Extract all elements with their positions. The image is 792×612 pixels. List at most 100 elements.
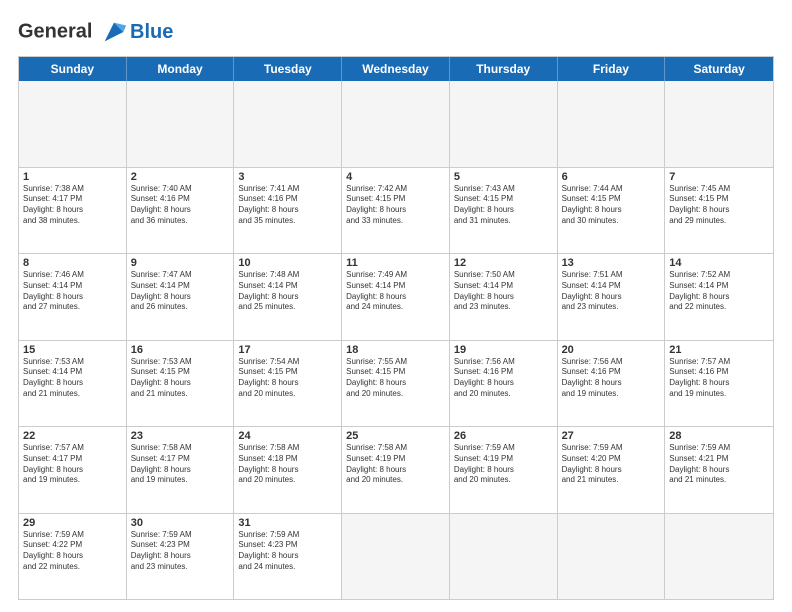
header: General Blue [18, 18, 774, 46]
day-cell-31: 31Sunrise: 7:59 AMSunset: 4:23 PMDayligh… [234, 514, 342, 600]
day-info: Sunrise: 7:42 AMSunset: 4:15 PMDaylight:… [346, 184, 445, 227]
calendar-header: SundayMondayTuesdayWednesdayThursdayFrid… [19, 57, 773, 81]
day-info: Sunrise: 7:50 AMSunset: 4:14 PMDaylight:… [454, 270, 553, 313]
day-info: Sunrise: 7:44 AMSunset: 4:15 PMDaylight:… [562, 184, 661, 227]
day-info: Sunrise: 7:59 AMSunset: 4:20 PMDaylight:… [562, 443, 661, 486]
day-cell-3: 3Sunrise: 7:41 AMSunset: 4:16 PMDaylight… [234, 168, 342, 254]
day-cell-22: 22Sunrise: 7:57 AMSunset: 4:17 PMDayligh… [19, 427, 127, 513]
day-cell-30: 30Sunrise: 7:59 AMSunset: 4:23 PMDayligh… [127, 514, 235, 600]
empty-cell [234, 81, 342, 167]
day-number: 16 [131, 344, 230, 356]
day-cell-19: 19Sunrise: 7:56 AMSunset: 4:16 PMDayligh… [450, 341, 558, 427]
logo-general: General [18, 20, 92, 42]
day-number: 24 [238, 430, 337, 442]
day-info: Sunrise: 7:56 AMSunset: 4:16 PMDaylight:… [562, 357, 661, 400]
day-number: 7 [669, 171, 769, 183]
day-info: Sunrise: 7:59 AMSunset: 4:21 PMDaylight:… [669, 443, 769, 486]
day-number: 27 [562, 430, 661, 442]
empty-cell [665, 514, 773, 600]
day-of-week-monday: Monday [127, 57, 235, 81]
day-cell-16: 16Sunrise: 7:53 AMSunset: 4:15 PMDayligh… [127, 341, 235, 427]
day-cell-28: 28Sunrise: 7:59 AMSunset: 4:21 PMDayligh… [665, 427, 773, 513]
empty-cell [450, 81, 558, 167]
day-cell-26: 26Sunrise: 7:59 AMSunset: 4:19 PMDayligh… [450, 427, 558, 513]
day-cell-23: 23Sunrise: 7:58 AMSunset: 4:17 PMDayligh… [127, 427, 235, 513]
day-number: 12 [454, 257, 553, 269]
day-cell-14: 14Sunrise: 7:52 AMSunset: 4:14 PMDayligh… [665, 254, 773, 340]
day-number: 19 [454, 344, 553, 356]
day-cell-1: 1Sunrise: 7:38 AMSunset: 4:17 PMDaylight… [19, 168, 127, 254]
day-cell-18: 18Sunrise: 7:55 AMSunset: 4:15 PMDayligh… [342, 341, 450, 427]
day-info: Sunrise: 7:53 AMSunset: 4:15 PMDaylight:… [131, 357, 230, 400]
day-number: 25 [346, 430, 445, 442]
empty-cell [342, 81, 450, 167]
day-number: 2 [131, 171, 230, 183]
day-number: 29 [23, 517, 122, 529]
day-info: Sunrise: 7:52 AMSunset: 4:14 PMDaylight:… [669, 270, 769, 313]
empty-cell [127, 81, 235, 167]
day-cell-7: 7Sunrise: 7:45 AMSunset: 4:15 PMDaylight… [665, 168, 773, 254]
logo-icon [100, 18, 128, 46]
day-number: 3 [238, 171, 337, 183]
day-info: Sunrise: 7:57 AMSunset: 4:17 PMDaylight:… [23, 443, 122, 486]
day-info: Sunrise: 7:57 AMSunset: 4:16 PMDaylight:… [669, 357, 769, 400]
day-info: Sunrise: 7:55 AMSunset: 4:15 PMDaylight:… [346, 357, 445, 400]
day-cell-20: 20Sunrise: 7:56 AMSunset: 4:16 PMDayligh… [558, 341, 666, 427]
day-info: Sunrise: 7:58 AMSunset: 4:18 PMDaylight:… [238, 443, 337, 486]
day-cell-12: 12Sunrise: 7:50 AMSunset: 4:14 PMDayligh… [450, 254, 558, 340]
day-number: 9 [131, 257, 230, 269]
day-number: 8 [23, 257, 122, 269]
day-number: 21 [669, 344, 769, 356]
day-number: 18 [346, 344, 445, 356]
day-of-week-thursday: Thursday [450, 57, 558, 81]
calendar-row-5: 29Sunrise: 7:59 AMSunset: 4:22 PMDayligh… [19, 514, 773, 600]
day-number: 5 [454, 171, 553, 183]
day-cell-15: 15Sunrise: 7:53 AMSunset: 4:14 PMDayligh… [19, 341, 127, 427]
empty-cell [665, 81, 773, 167]
calendar: SundayMondayTuesdayWednesdayThursdayFrid… [18, 56, 774, 600]
day-of-week-saturday: Saturday [665, 57, 773, 81]
day-info: Sunrise: 7:41 AMSunset: 4:16 PMDaylight:… [238, 184, 337, 227]
day-number: 22 [23, 430, 122, 442]
day-cell-5: 5Sunrise: 7:43 AMSunset: 4:15 PMDaylight… [450, 168, 558, 254]
day-info: Sunrise: 7:49 AMSunset: 4:14 PMDaylight:… [346, 270, 445, 313]
day-cell-11: 11Sunrise: 7:49 AMSunset: 4:14 PMDayligh… [342, 254, 450, 340]
day-number: 17 [238, 344, 337, 356]
calendar-row-1: 1Sunrise: 7:38 AMSunset: 4:17 PMDaylight… [19, 168, 773, 255]
empty-cell [558, 81, 666, 167]
day-info: Sunrise: 7:51 AMSunset: 4:14 PMDaylight:… [562, 270, 661, 313]
day-cell-24: 24Sunrise: 7:58 AMSunset: 4:18 PMDayligh… [234, 427, 342, 513]
day-number: 14 [669, 257, 769, 269]
day-cell-21: 21Sunrise: 7:57 AMSunset: 4:16 PMDayligh… [665, 341, 773, 427]
page: General Blue SundayMondayTuesdayWednesda… [0, 0, 792, 612]
logo: General Blue [18, 18, 173, 46]
day-info: Sunrise: 7:43 AMSunset: 4:15 PMDaylight:… [454, 184, 553, 227]
day-info: Sunrise: 7:58 AMSunset: 4:17 PMDaylight:… [131, 443, 230, 486]
day-info: Sunrise: 7:38 AMSunset: 4:17 PMDaylight:… [23, 184, 122, 227]
day-of-week-sunday: Sunday [19, 57, 127, 81]
day-cell-6: 6Sunrise: 7:44 AMSunset: 4:15 PMDaylight… [558, 168, 666, 254]
day-number: 1 [23, 171, 122, 183]
day-cell-2: 2Sunrise: 7:40 AMSunset: 4:16 PMDaylight… [127, 168, 235, 254]
day-cell-27: 27Sunrise: 7:59 AMSunset: 4:20 PMDayligh… [558, 427, 666, 513]
day-number: 15 [23, 344, 122, 356]
day-info: Sunrise: 7:59 AMSunset: 4:19 PMDaylight:… [454, 443, 553, 486]
calendar-row-3: 15Sunrise: 7:53 AMSunset: 4:14 PMDayligh… [19, 341, 773, 428]
empty-cell [342, 514, 450, 600]
day-number: 6 [562, 171, 661, 183]
calendar-row-4: 22Sunrise: 7:57 AMSunset: 4:17 PMDayligh… [19, 427, 773, 514]
day-info: Sunrise: 7:58 AMSunset: 4:19 PMDaylight:… [346, 443, 445, 486]
day-number: 13 [562, 257, 661, 269]
day-number: 30 [131, 517, 230, 529]
day-cell-17: 17Sunrise: 7:54 AMSunset: 4:15 PMDayligh… [234, 341, 342, 427]
empty-cell [19, 81, 127, 167]
day-number: 23 [131, 430, 230, 442]
day-info: Sunrise: 7:59 AMSunset: 4:23 PMDaylight:… [131, 530, 230, 573]
empty-cell [558, 514, 666, 600]
day-number: 4 [346, 171, 445, 183]
day-of-week-friday: Friday [558, 57, 666, 81]
day-cell-25: 25Sunrise: 7:58 AMSunset: 4:19 PMDayligh… [342, 427, 450, 513]
calendar-row-0 [19, 81, 773, 168]
day-cell-29: 29Sunrise: 7:59 AMSunset: 4:22 PMDayligh… [19, 514, 127, 600]
day-info: Sunrise: 7:54 AMSunset: 4:15 PMDaylight:… [238, 357, 337, 400]
